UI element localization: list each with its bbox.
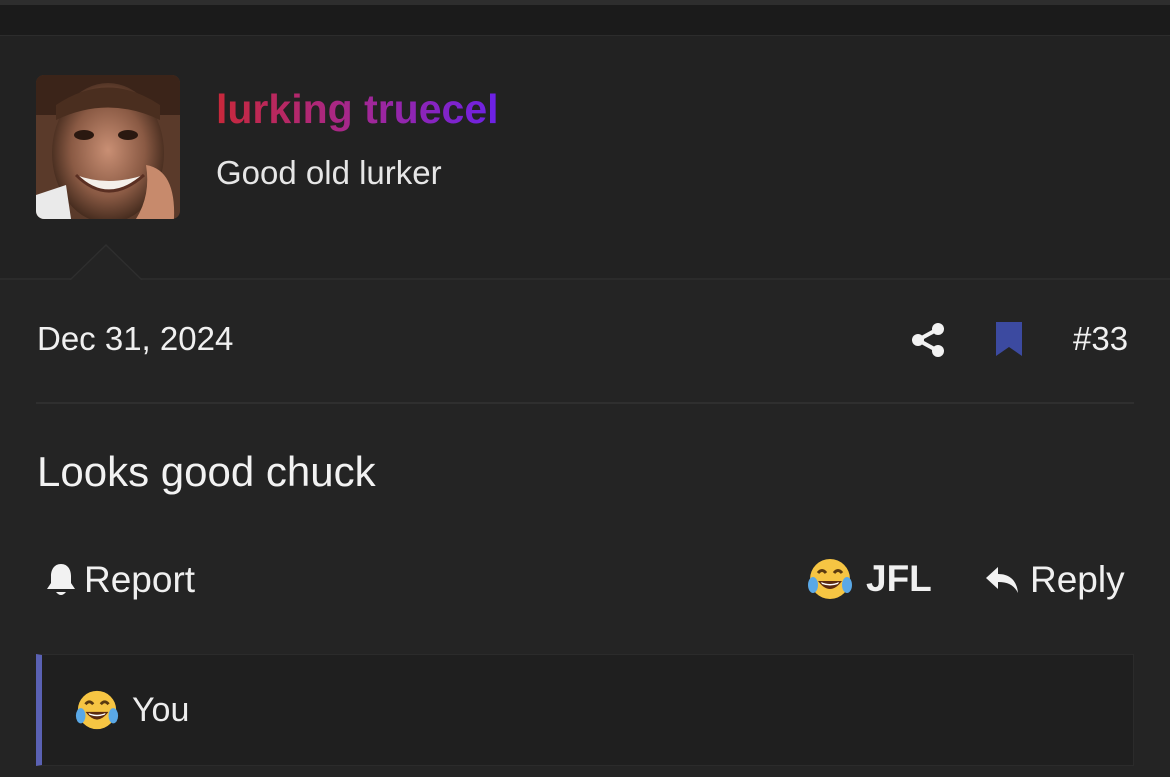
laughing-tears-emoji-icon [808, 559, 852, 599]
message-pointer [71, 246, 141, 280]
user-title: Good old lurker [216, 154, 442, 191]
share-icon[interactable] [910, 322, 946, 358]
jfl-label: JFL [866, 558, 932, 599]
post-date[interactable]: Dec 31, 2024 [37, 320, 233, 358]
bell-icon [47, 564, 75, 595]
reply-arrow-icon [986, 567, 1018, 593]
post-number[interactable]: #33 [1073, 320, 1128, 358]
report-button[interactable]: Report [44, 558, 195, 602]
reaction-summary: You [36, 654, 1134, 766]
report-label: Report [84, 559, 196, 600]
laughing-tears-emoji-icon [74, 687, 120, 733]
post-user-header: lurking truecel Good old lurker [0, 36, 1170, 280]
post-body: Looks good chuck [37, 448, 376, 495]
reply-label: Reply [1030, 559, 1125, 600]
top-bar [0, 0, 1170, 36]
bookmark-icon[interactable] [994, 320, 1024, 358]
reaction-users-link[interactable]: You [132, 691, 189, 730]
user-avatar[interactable] [36, 75, 180, 219]
avatar-image [36, 75, 180, 219]
divider [36, 402, 1134, 404]
username[interactable]: lurking truecel [216, 86, 499, 133]
reply-button[interactable]: Reply [984, 558, 1125, 602]
jfl-reaction-button[interactable]: JFL [806, 554, 932, 604]
